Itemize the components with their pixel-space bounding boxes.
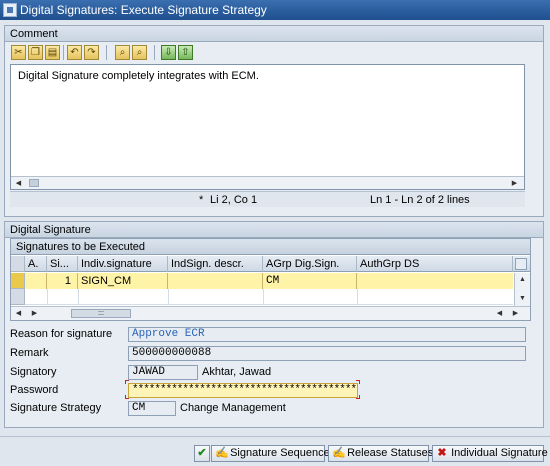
comment-text: Digital Signature completely integrates … [18,70,259,82]
table-row-empty[interactable] [11,289,513,305]
window-icon [3,3,17,17]
signature-sequence-label: Signature Sequence [230,447,330,459]
line-info: Ln 1 - Ln 2 of 2 lines [370,194,470,206]
signature-sequence-button[interactable]: ✍ Signature Sequence [211,445,330,462]
signatory-field[interactable]: JAWAD [128,365,198,380]
password-field[interactable]: **************************************** [128,383,358,398]
checkmark-icon: ✔ [197,447,207,459]
table-header-row: A. Si... Indiv.signature IndSign. descr.… [11,256,530,272]
cell-authgrp[interactable] [357,273,513,289]
table-settings-icon[interactable] [515,258,527,270]
ok-button[interactable]: ✔ [194,445,210,462]
table-row[interactable]: 1 SIGN_CM CM [11,273,513,289]
find-icon[interactable]: ⌕ [115,45,130,60]
scroll-right-icon[interactable]: ▶ [509,178,520,189]
focus-corner [125,380,129,384]
release-statuses-button[interactable]: ✍ Release Statuses [328,445,433,462]
window-title: Digital Signatures: Execute Signature St… [20,3,267,17]
remark-field[interactable]: 500000000088 [128,346,526,361]
comment-group-title: Comment [5,26,543,42]
table-vertical-scrollbar[interactable]: ▲ ▼ [514,273,530,306]
import-icon[interactable]: ⇩ [161,45,176,60]
cursor-position: Li 2, Co 1 [210,194,258,206]
copy-icon[interactable]: ❐ [28,45,43,60]
digital-signature-group: Digital Signature Signatures to be Execu… [4,221,544,428]
reason-label: Reason for signature [10,328,113,340]
row-selector[interactable] [11,289,25,305]
cancel-icon: ✖ [437,447,447,459]
strategy-name: Change Management [180,402,286,414]
select-all-cell[interactable] [11,256,25,272]
column-header-indiv-signature[interactable]: Indiv.signature [78,256,168,272]
comment-group: Comment ✂ ❐ ▤ ↶ ↷ ⌕ ⌕ ⇩ ⇧ Digital Signat… [4,25,544,217]
export-icon[interactable]: ⇧ [178,45,193,60]
find-next-icon[interactable]: ⌕ [132,45,147,60]
scroll-left-icon[interactable]: ◀ [13,308,24,319]
signatory-label: Signatory [10,366,57,378]
signature-icon: ✍ [215,447,229,459]
grid-line [47,289,48,304]
grid-line [263,289,264,304]
scroll-right-icon[interactable]: ▶ [510,308,521,319]
remark-label: Remark [10,347,49,359]
focus-corner [356,395,360,399]
window-titlebar: Digital Signatures: Execute Signature St… [0,0,550,20]
strategy-field[interactable]: CM [128,401,176,416]
cell-indiv-signature[interactable]: SIGN_CM [78,273,168,289]
grid-line [168,289,169,304]
column-header-a[interactable]: A. [25,256,47,272]
column-header-authgrp-ds[interactable]: AuthGrp DS [357,256,513,272]
reason-field[interactable]: Approve ECR [128,327,526,342]
column-header-agrp-dig-sign[interactable]: AGrp Dig.Sign. [263,256,357,272]
grid-line [357,289,358,304]
scroll-right-icon[interactable]: ▶ [29,308,40,319]
toolbar-separator [154,45,155,60]
scroll-up-icon[interactable]: ▲ [517,274,528,285]
signatures-table: Signatures to be Executed A. Si... Indiv… [10,238,531,321]
digital-signature-group-title: Digital Signature [5,222,543,238]
strategy-label: Signature Strategy [10,402,102,414]
scroll-left-icon[interactable]: ◀ [494,308,505,319]
column-header-indsign-descr[interactable]: IndSign. descr. [168,256,263,272]
modified-marker: * [199,194,204,206]
table-title-text: Signatures to be Executed [16,241,146,253]
scroll-thumb[interactable]: ::: [71,309,131,318]
column-header-si[interactable]: Si... [47,256,78,272]
cell-descr[interactable] [168,273,263,289]
toolbar-separator [106,45,107,60]
row-selector[interactable] [11,273,25,289]
comment-editor[interactable]: Digital Signature completely integrates … [10,64,525,190]
paste-icon[interactable]: ▤ [45,45,60,60]
individual-signature-button[interactable]: ✖ Individual Signature [432,445,548,462]
undo-icon[interactable]: ↶ [67,45,82,60]
release-statuses-label: Release Statuses [347,447,434,459]
redo-icon[interactable]: ↷ [84,45,99,60]
grid-line [78,289,79,304]
cell-agrp[interactable]: CM [263,273,357,289]
editor-horizontal-scrollbar[interactable]: ◀ ▶ [11,176,524,189]
cut-icon[interactable]: ✂ [11,45,26,60]
table-title: Signatures to be Executed [11,239,530,255]
toolbar-separator [63,45,64,60]
table-horizontal-scrollbar[interactable]: ◀ ▶ ::: ◀ ▶ [11,306,530,320]
cell-a[interactable] [25,273,47,289]
signatory-name: Akhtar, Jawad [202,366,272,378]
password-label: Password [10,384,59,396]
editor-status-bar: * Li 2, Co 1 Ln 1 - Ln 2 of 2 lines [10,191,525,207]
individual-signature-label: Individual Signature [451,447,548,459]
signature-icon: ✍ [332,447,346,459]
scroll-thumb[interactable] [29,179,39,187]
scroll-left-icon[interactable]: ◀ [13,178,24,189]
footer-divider [0,436,550,437]
cell-si[interactable]: 1 [47,273,78,289]
focus-corner [125,395,129,399]
scroll-down-icon[interactable]: ▼ [517,293,528,304]
focus-corner [356,380,360,384]
